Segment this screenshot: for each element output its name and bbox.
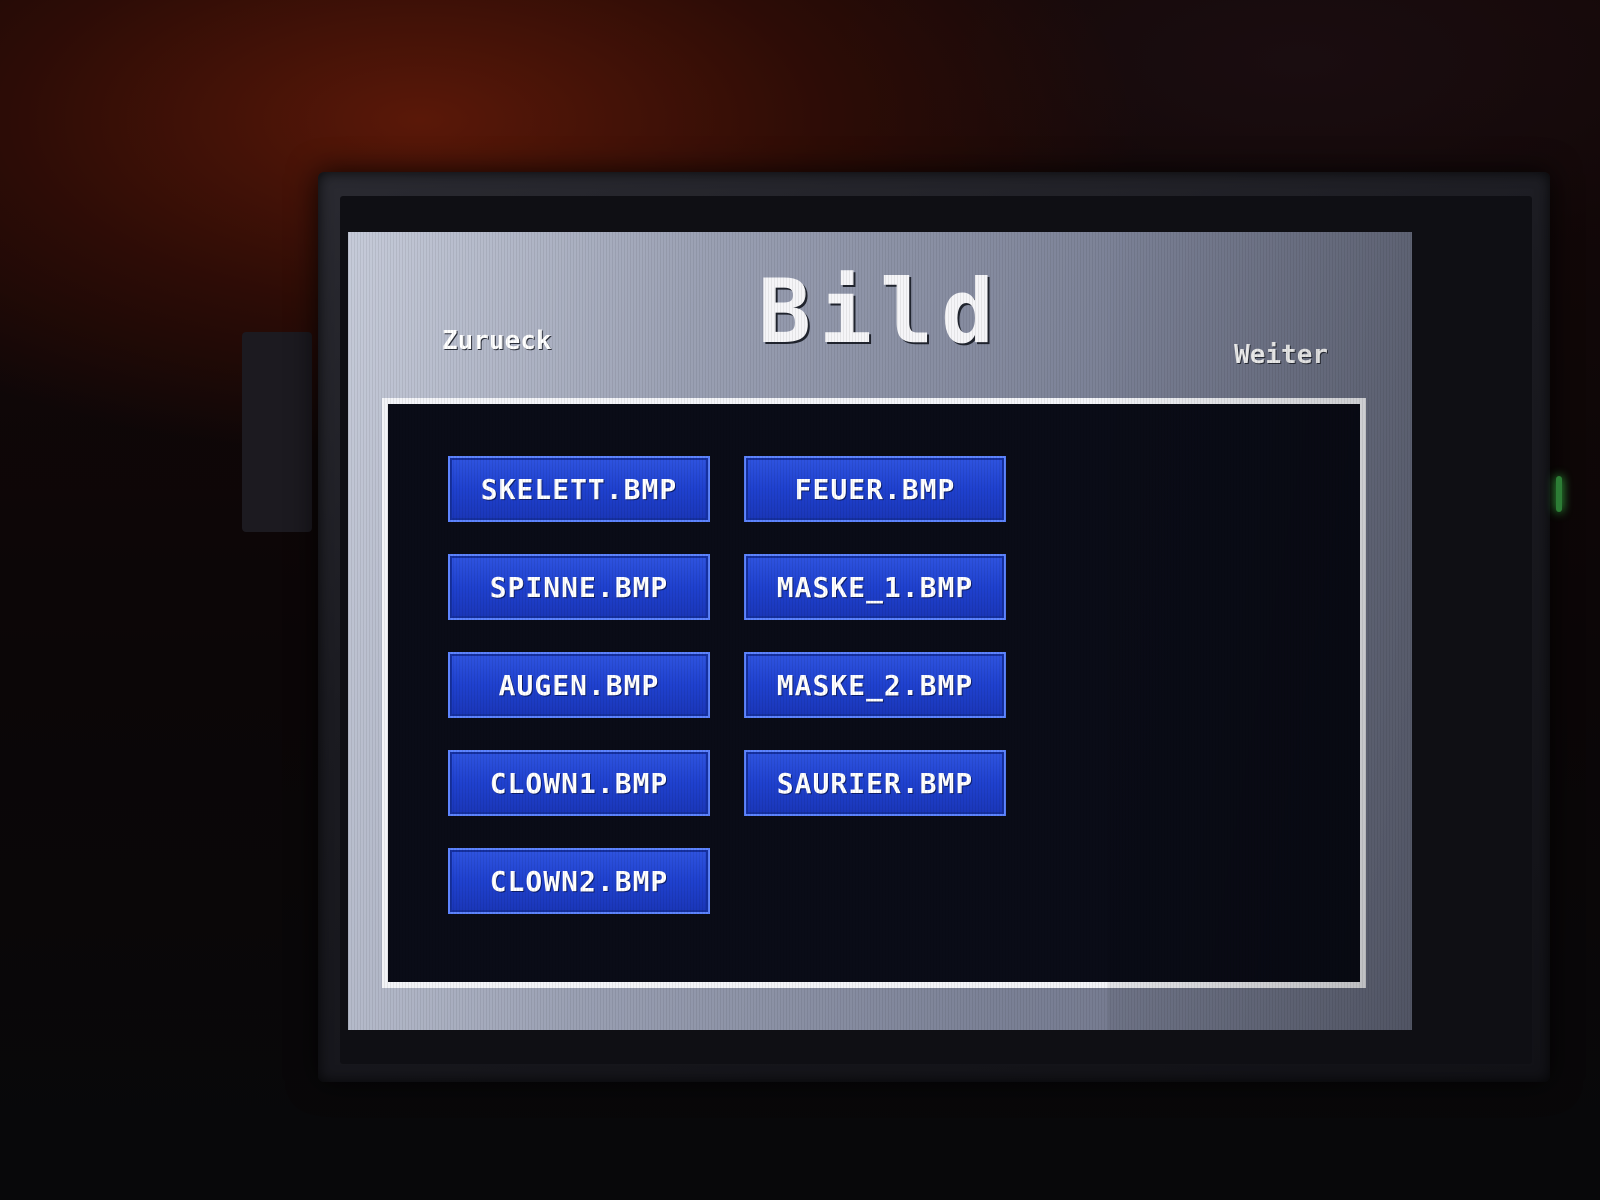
mounting-bracket [242,332,312,532]
lcd-screen: Zurueck Bild Weiter SKELETT.BMP FEUER.BM… [348,232,1412,1030]
file-list-panel: SKELETT.BMP FEUER.BMP SPINNE.BMP MASKE_1… [382,398,1366,988]
next-button[interactable]: Weiter [1234,340,1328,370]
file-button-augen[interactable]: AUGEN.BMP [448,652,710,718]
file-button-feuer[interactable]: FEUER.BMP [744,456,1006,522]
file-button-clown2[interactable]: CLOWN2.BMP [448,848,710,914]
file-button-clown1[interactable]: CLOWN1.BMP [448,750,710,816]
file-button-maske-1[interactable]: MASKE_1.BMP [744,554,1006,620]
file-button-saurier[interactable]: SAURIER.BMP [744,750,1006,816]
file-button-skelett[interactable]: SKELETT.BMP [448,456,710,522]
status-led [1556,476,1562,512]
file-button-maske-2[interactable]: MASKE_2.BMP [744,652,1006,718]
file-button-spinne[interactable]: SPINNE.BMP [448,554,710,620]
file-grid: SKELETT.BMP FEUER.BMP SPINNE.BMP MASKE_1… [448,456,1006,914]
